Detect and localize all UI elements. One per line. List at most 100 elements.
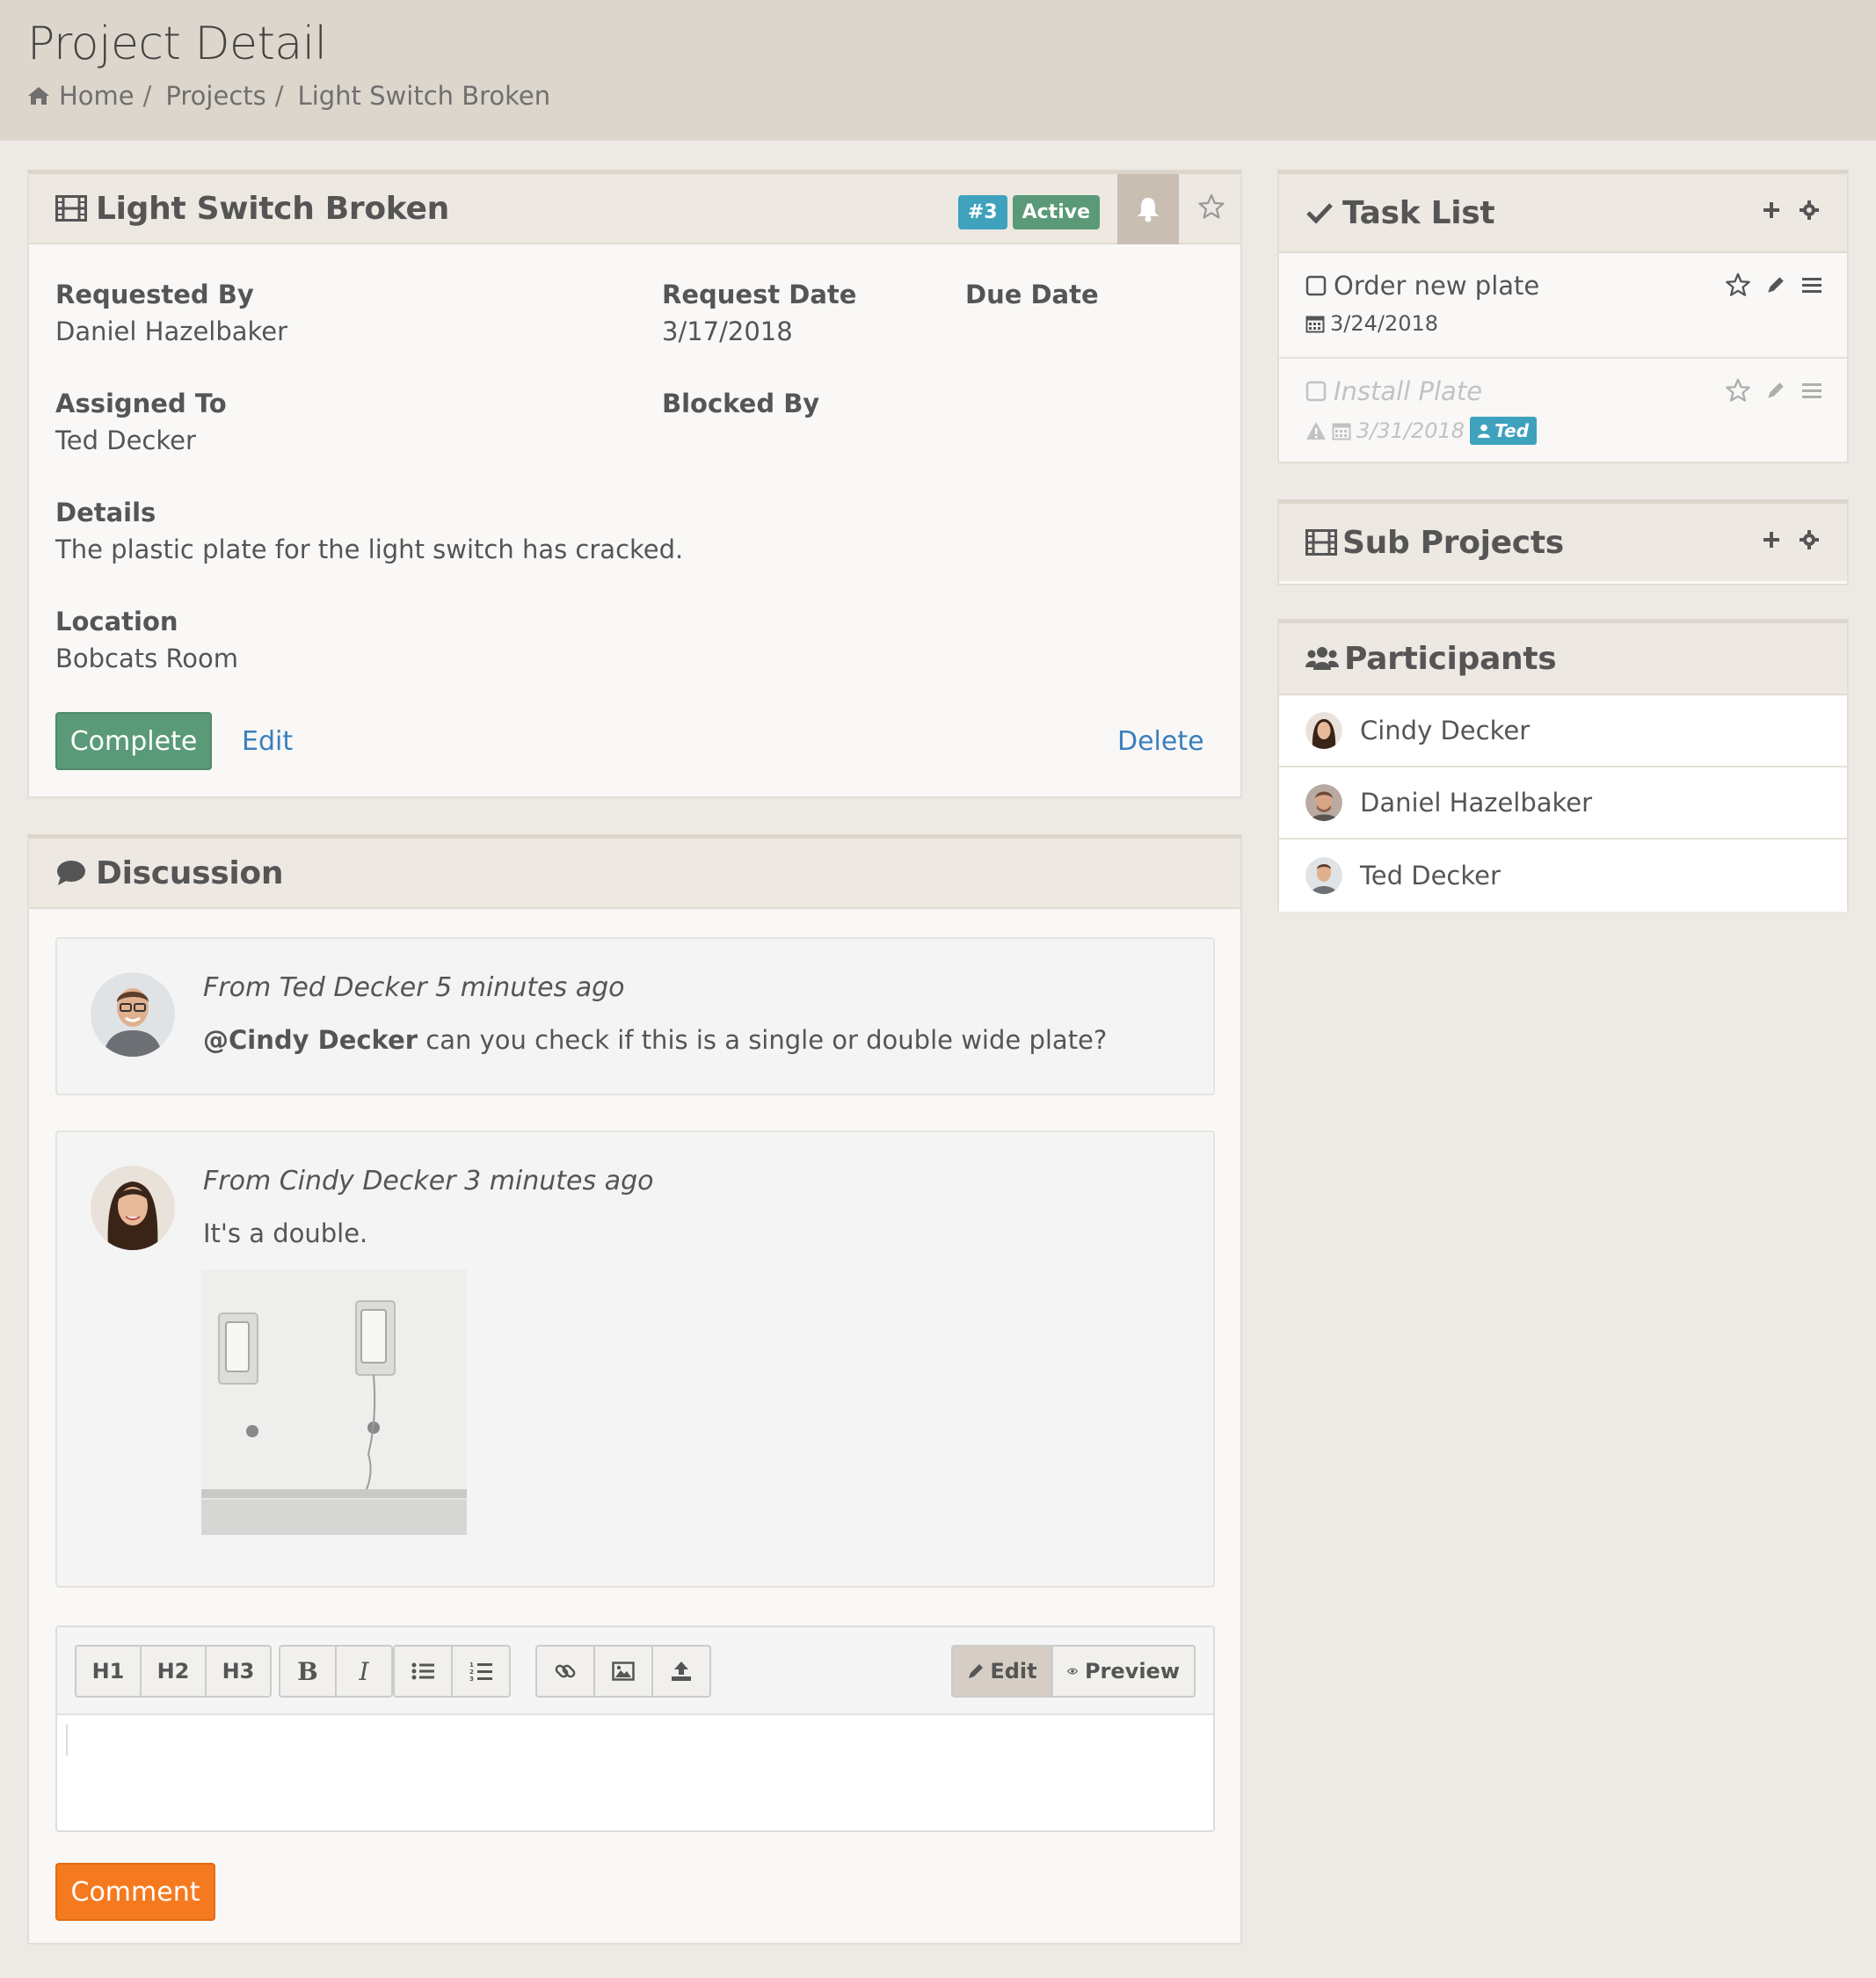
comment-icon (55, 859, 87, 887)
details-value: The plastic plate for the light switch h… (55, 534, 684, 564)
upload-button[interactable] (651, 1645, 711, 1698)
h1-button[interactable]: H1 (75, 1645, 142, 1698)
participant-name: Ted Decker (1360, 861, 1501, 891)
avatar (91, 1166, 175, 1250)
page-title: Project Detail (27, 18, 327, 70)
avatar (1305, 712, 1342, 749)
participant-item[interactable]: Cindy Decker (1279, 695, 1847, 767)
gear-icon[interactable] (1800, 530, 1819, 549)
breadcrumb-home[interactable]: Home (59, 81, 135, 111)
list-ul-icon (411, 1662, 434, 1680)
comment-item: From Ted Decker 5 minutes ago @Cindy Dec… (55, 937, 1215, 1095)
bold-button[interactable]: B (279, 1645, 337, 1698)
participant-item[interactable]: Ted Decker (1279, 840, 1847, 912)
avatar (91, 972, 175, 1057)
location-label: Location (55, 607, 178, 636)
editor-toolbar: H1 H2 H3 B I 123 Edit Preview (57, 1627, 1213, 1715)
h2-button[interactable]: H2 (140, 1645, 207, 1698)
task-label[interactable]: Order new plate (1334, 271, 1539, 301)
bullet-list-button[interactable] (393, 1645, 453, 1698)
participants-title: Participants (1344, 640, 1557, 677)
task-item: Install Plate 3/31/2018 Ted (1279, 359, 1847, 464)
sub-projects-actions (1763, 530, 1819, 549)
bell-icon (1136, 196, 1160, 222)
task-actions (1726, 378, 1822, 403)
star-icon[interactable] (1726, 273, 1750, 297)
italic-button[interactable]: I (335, 1645, 393, 1698)
assignee-name: Ted (1494, 420, 1530, 441)
calendar-icon (1305, 314, 1325, 333)
task-date-value: 3/24/2018 (1330, 311, 1439, 336)
link-button[interactable] (535, 1645, 595, 1698)
pencil-icon (969, 1664, 984, 1678)
numbered-list-button[interactable]: 123 (451, 1645, 511, 1698)
task-list-title: Task List (1342, 194, 1495, 231)
task-date-value: 3/31/2018 (1356, 418, 1465, 443)
page-header: Project Detail Home / Projects / Light S… (0, 0, 1876, 141)
details-label: Details (55, 498, 156, 527)
h3-button[interactable]: H3 (205, 1645, 272, 1698)
sub-projects-heading: Sub Projects (1279, 504, 1847, 581)
film-icon (1305, 529, 1337, 556)
breadcrumb-projects[interactable]: Projects (165, 81, 265, 111)
assigned-to-value: Ted Decker (55, 425, 196, 455)
breadcrumb-current: Light Switch Broken (297, 81, 551, 111)
comment-text: can you check if this is a single or dou… (418, 1025, 1108, 1055)
request-date-label: Request Date (662, 280, 857, 309)
status-badge: Active (1012, 195, 1100, 229)
preview-mode-button[interactable]: Preview (1051, 1645, 1196, 1698)
complete-button[interactable]: Complete (55, 712, 212, 770)
favorite-toggle[interactable] (1198, 193, 1225, 223)
blocked-by-label: Blocked By (662, 389, 820, 418)
project-panel: Light Switch Broken #3 Active Requested … (27, 170, 1242, 798)
pencil-icon[interactable] (1766, 275, 1785, 295)
gear-icon[interactable] (1800, 200, 1819, 220)
task-name: Order new plate (1305, 271, 1539, 301)
task-checkbox[interactable] (1305, 275, 1327, 296)
add-sub-project-icon[interactable] (1763, 531, 1780, 549)
assignee-badge: Ted (1470, 417, 1538, 445)
star-icon[interactable] (1726, 378, 1750, 403)
task-list-panel: Task List Order new plate 3/24/2018 Inst… (1277, 170, 1849, 463)
sub-projects-panel: Sub Projects (1277, 499, 1849, 585)
task-date: 3/31/2018 Ted (1305, 417, 1538, 445)
location-value: Bobcats Room (55, 644, 239, 673)
eye-icon (1067, 1668, 1078, 1675)
participant-item[interactable]: Daniel Hazelbaker (1279, 767, 1847, 840)
comment-textarea[interactable] (57, 1715, 1213, 1830)
requested-by-value: Daniel Hazelbaker (55, 316, 288, 346)
comment-button[interactable]: Comment (55, 1863, 215, 1921)
project-badges: #3 Active (957, 195, 1100, 229)
requested-by-label: Requested By (55, 280, 254, 309)
attached-image[interactable] (201, 1269, 467, 1535)
task-label[interactable]: Install Plate (1334, 376, 1482, 406)
home-icon (27, 86, 50, 105)
edit-link[interactable]: Edit (242, 726, 293, 757)
warning-icon (1305, 421, 1327, 440)
film-icon (55, 195, 87, 222)
comment-item: From Cindy Decker 3 minutes ago It's a d… (55, 1131, 1215, 1588)
due-date-label: Due Date (965, 280, 1099, 309)
users-icon (1305, 645, 1339, 672)
drag-handle-icon[interactable] (1801, 382, 1822, 399)
insert-button-group (535, 1645, 711, 1698)
list-button-group: 123 (393, 1645, 511, 1698)
edit-mode-button[interactable]: Edit (951, 1645, 1053, 1698)
participant-name: Cindy Decker (1360, 716, 1531, 745)
mention[interactable]: @Cindy Decker (203, 1025, 418, 1055)
image-button[interactable] (593, 1645, 653, 1698)
list-ol-icon: 123 (469, 1662, 492, 1682)
breadcrumb-separator: / (274, 81, 284, 111)
notification-toggle[interactable] (1117, 174, 1179, 244)
edit-mode-label: Edit (990, 1659, 1037, 1683)
delete-link[interactable]: Delete (1117, 726, 1204, 757)
discussion-panel-heading: Discussion (29, 839, 1240, 909)
pencil-icon[interactable] (1766, 381, 1785, 400)
heading-button-group: H1 H2 H3 (75, 1645, 272, 1698)
drag-handle-icon[interactable] (1801, 276, 1822, 294)
calendar-icon (1332, 421, 1351, 440)
star-icon (1198, 193, 1225, 220)
task-checkbox[interactable] (1305, 381, 1327, 402)
svg-text:3: 3 (469, 1676, 474, 1682)
add-task-icon[interactable] (1763, 201, 1780, 219)
